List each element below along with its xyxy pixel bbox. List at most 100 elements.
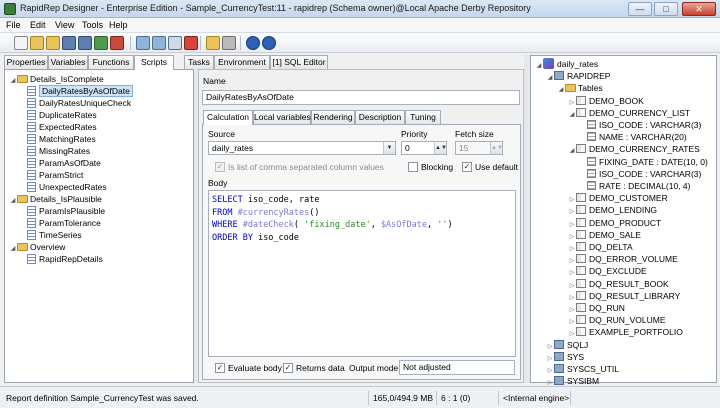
tab-variables[interactable]: Variables — [48, 55, 88, 69]
db-tree-row[interactable]: ISO_CODE : VARCHAR(3) — [579, 119, 701, 131]
package-icon[interactable] — [206, 36, 220, 50]
import-icon[interactable] — [136, 36, 150, 50]
expand-toggle-icon[interactable]: ◢ — [546, 72, 554, 84]
tree-item[interactable]: RapidRepDetails — [27, 253, 103, 265]
db-tree-row[interactable]: ◢ DEMO_CURRENCY_RATES — [568, 143, 700, 155]
blocking-checkbox[interactable] — [408, 162, 418, 172]
maximize-button[interactable]: □ — [654, 2, 678, 16]
db-tree-row[interactable]: ▷ DQ_RESULT_LIBRARY — [568, 290, 680, 302]
tree-group[interactable]: ◢ Details_IsPlausible — [9, 193, 102, 205]
db-tree-row[interactable]: ▷ DEMO_PRODUCT — [568, 217, 661, 229]
db-tree-row[interactable]: RATE : DECIMAL(10, 4) — [579, 180, 690, 192]
db-tree-row[interactable]: ▷ DEMO_SALE — [568, 229, 641, 241]
tab-tasks[interactable]: Tasks — [184, 55, 214, 69]
db-tree-row[interactable]: ◢ Tables — [557, 82, 603, 94]
spinner-arrows-icon[interactable]: ▲▼ — [434, 142, 446, 154]
evaluate-body-checkbox[interactable]: ✓ — [215, 363, 225, 373]
close-button[interactable]: ✕ — [682, 2, 716, 16]
menu-tools[interactable]: Tools — [82, 20, 103, 30]
minimize-button[interactable]: — — [628, 2, 652, 16]
tree-item[interactable]: DailyRatesByAsOfDate — [27, 85, 133, 97]
db-tree-row[interactable]: ▷ DQ_DELTA — [568, 241, 633, 253]
db-tree-row[interactable]: ◢ DEMO_CURRENCY_LIST — [568, 107, 690, 119]
db-tree-row[interactable]: ▷ DQ_RUN_VOLUME — [568, 314, 666, 326]
tab-local-variables[interactable]: Local variables — [253, 110, 311, 124]
name-input[interactable]: DailyRatesByAsOfDate — [202, 90, 520, 105]
spinner-arrows-icon[interactable]: ▲▼ — [490, 142, 502, 154]
tab-scripts[interactable]: Scripts — [134, 55, 174, 70]
tree-item[interactable]: UnexpectedRates — [27, 181, 107, 193]
db-tree-row[interactable]: ISO_CODE : VARCHAR(3) — [579, 168, 701, 180]
expand-toggle-icon[interactable]: ◢ — [568, 109, 576, 121]
tab-description[interactable]: Description — [355, 110, 405, 124]
expand-toggle-icon[interactable]: ◢ — [557, 84, 565, 96]
sql-code[interactable]: SELECT iso_code, rate FROM #currencyRates… — [212, 194, 453, 244]
menu-file[interactable]: File — [6, 20, 21, 30]
export-icon[interactable] — [152, 36, 166, 50]
db-tree-row[interactable]: ▷ SYS — [546, 351, 584, 363]
priority-spinner[interactable]: 0 ▲▼ — [401, 141, 447, 155]
db-tree-row[interactable]: ▷ DQ_EXCLUDE — [568, 265, 647, 277]
sql-body-editor[interactable]: SELECT iso_code, rate FROM #currencyRates… — [208, 190, 516, 357]
fetch-size-spinner[interactable]: 15 ▲▼ — [455, 141, 503, 155]
returns-data-checkbox[interactable]: ✓ — [283, 363, 293, 373]
db-tree-row[interactable]: ◢ RAPIDREP — [546, 70, 610, 82]
expand-toggle-icon[interactable]: ◢ — [9, 243, 17, 255]
tree-item[interactable]: TimeSeries — [27, 229, 82, 241]
tree-item[interactable]: MissingRates — [27, 145, 90, 157]
run-icon[interactable] — [94, 36, 108, 50]
db-tree-row[interactable]: ▷ DEMO_CUSTOMER — [568, 192, 668, 204]
tree-item[interactable]: DailyRatesUniqueCheck — [27, 97, 131, 109]
db-tree-row[interactable]: ▷ SYSCS_UTIL — [546, 363, 619, 375]
wrench-icon[interactable] — [222, 36, 236, 50]
tree-item[interactable]: ParamStrict — [27, 169, 83, 181]
use-default-checkbox[interactable]: ✓ — [462, 162, 472, 172]
tab-calculation[interactable]: Calculation — [203, 110, 253, 125]
tree-group[interactable]: ◢ Overview — [9, 241, 66, 255]
tree-item[interactable]: ParamIsPlausible — [27, 205, 105, 217]
expand-toggle-icon[interactable]: ◢ — [568, 145, 576, 157]
tab-tuning[interactable]: Tuning — [405, 110, 441, 124]
tree-group[interactable]: ◢ Details_IsComplete — [9, 73, 104, 85]
save-as-icon[interactable] — [78, 36, 92, 50]
db-tree-row[interactable]: NAME : VARCHAR(20) — [579, 131, 687, 143]
menu-edit[interactable]: Edit — [30, 20, 46, 30]
menu-help[interactable]: Help — [109, 20, 128, 30]
comma-list-checkbox[interactable]: ✓ — [215, 162, 225, 172]
new-icon[interactable] — [14, 36, 28, 50]
db-tree-row[interactable]: ▷ DQ_ERROR_VOLUME — [568, 253, 678, 265]
db-tree-row[interactable]: ▷ DEMO_LENDING — [568, 204, 657, 216]
tree-item[interactable]: ParamTolerance — [27, 217, 101, 229]
tab-rendering[interactable]: Rendering — [311, 110, 355, 124]
open-folder-icon[interactable] — [30, 36, 44, 50]
tab-sql-editor[interactable]: [1] SQL Editor — [270, 55, 328, 69]
help-icon[interactable] — [246, 36, 260, 50]
info-icon[interactable] — [262, 36, 276, 50]
db-tree-row[interactable]: ▷ SQLJ — [546, 339, 588, 351]
stop-icon[interactable] — [110, 36, 124, 50]
open-recent-icon[interactable] — [46, 36, 60, 50]
expand-toggle-icon[interactable]: ◢ — [9, 195, 17, 207]
save-icon[interactable] — [62, 36, 76, 50]
preview-icon[interactable] — [168, 36, 182, 50]
use-default-label: Use default — [475, 162, 518, 172]
tab-properties[interactable]: Properties — [4, 55, 48, 69]
expand-toggle-icon[interactable]: ◢ — [535, 60, 543, 72]
tree-item[interactable]: MatchingRates — [27, 133, 96, 145]
output-mode-select[interactable]: Not adjusted — [399, 360, 515, 375]
tab-environment[interactable]: Environment — [214, 55, 270, 69]
tree-item[interactable]: DuplicateRates — [27, 109, 97, 121]
db-tree-row[interactable]: ▷ EXAMPLE_PORTFOLIO — [568, 326, 683, 338]
db-tree-row[interactable]: FIXING_DATE : DATE(10, 0) — [579, 156, 708, 168]
menu-view[interactable]: View — [55, 20, 74, 30]
source-select[interactable]: daily_rates ▼ — [208, 141, 396, 155]
tree-item[interactable]: ExpectedRates — [27, 121, 97, 133]
db-tree-row[interactable]: ◢ daily_rates — [535, 58, 598, 70]
tab-functions[interactable]: Functions — [88, 55, 134, 69]
db-tree-row[interactable]: ▷ DEMO_BOOK — [568, 95, 644, 107]
db-tree-row[interactable]: ▷ DQ_RUN — [568, 302, 625, 314]
delete-icon[interactable] — [184, 36, 198, 50]
tree-item[interactable]: ParamAsOfDate — [27, 157, 101, 169]
db-tree-row[interactable]: ▷ DQ_RESULT_BOOK — [568, 278, 669, 290]
expand-toggle-icon[interactable]: ◢ — [9, 75, 17, 87]
